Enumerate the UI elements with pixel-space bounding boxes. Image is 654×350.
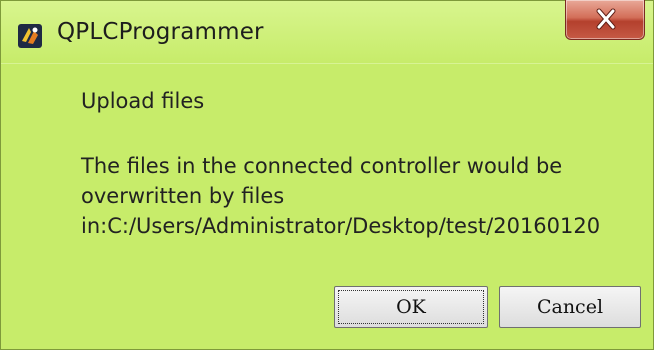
cancel-button-label: Cancel (536, 296, 604, 318)
ok-button-label: OK (396, 296, 426, 318)
ok-button[interactable]: OK (334, 286, 488, 328)
title-bar[interactable]: QPLCProgrammer (1, 0, 653, 63)
dialog-heading: Upload files (81, 89, 205, 113)
title-separator (1, 63, 653, 64)
close-button[interactable] (565, 0, 645, 40)
window-title: QPLCProgrammer (57, 19, 264, 45)
cancel-button[interactable]: Cancel (499, 286, 641, 328)
dialog-window: QPLCProgrammer Upload files The files in… (0, 0, 654, 350)
dialog-message: The files in the connected controller wo… (81, 154, 601, 238)
app-icon (18, 24, 42, 48)
close-icon (596, 8, 616, 30)
